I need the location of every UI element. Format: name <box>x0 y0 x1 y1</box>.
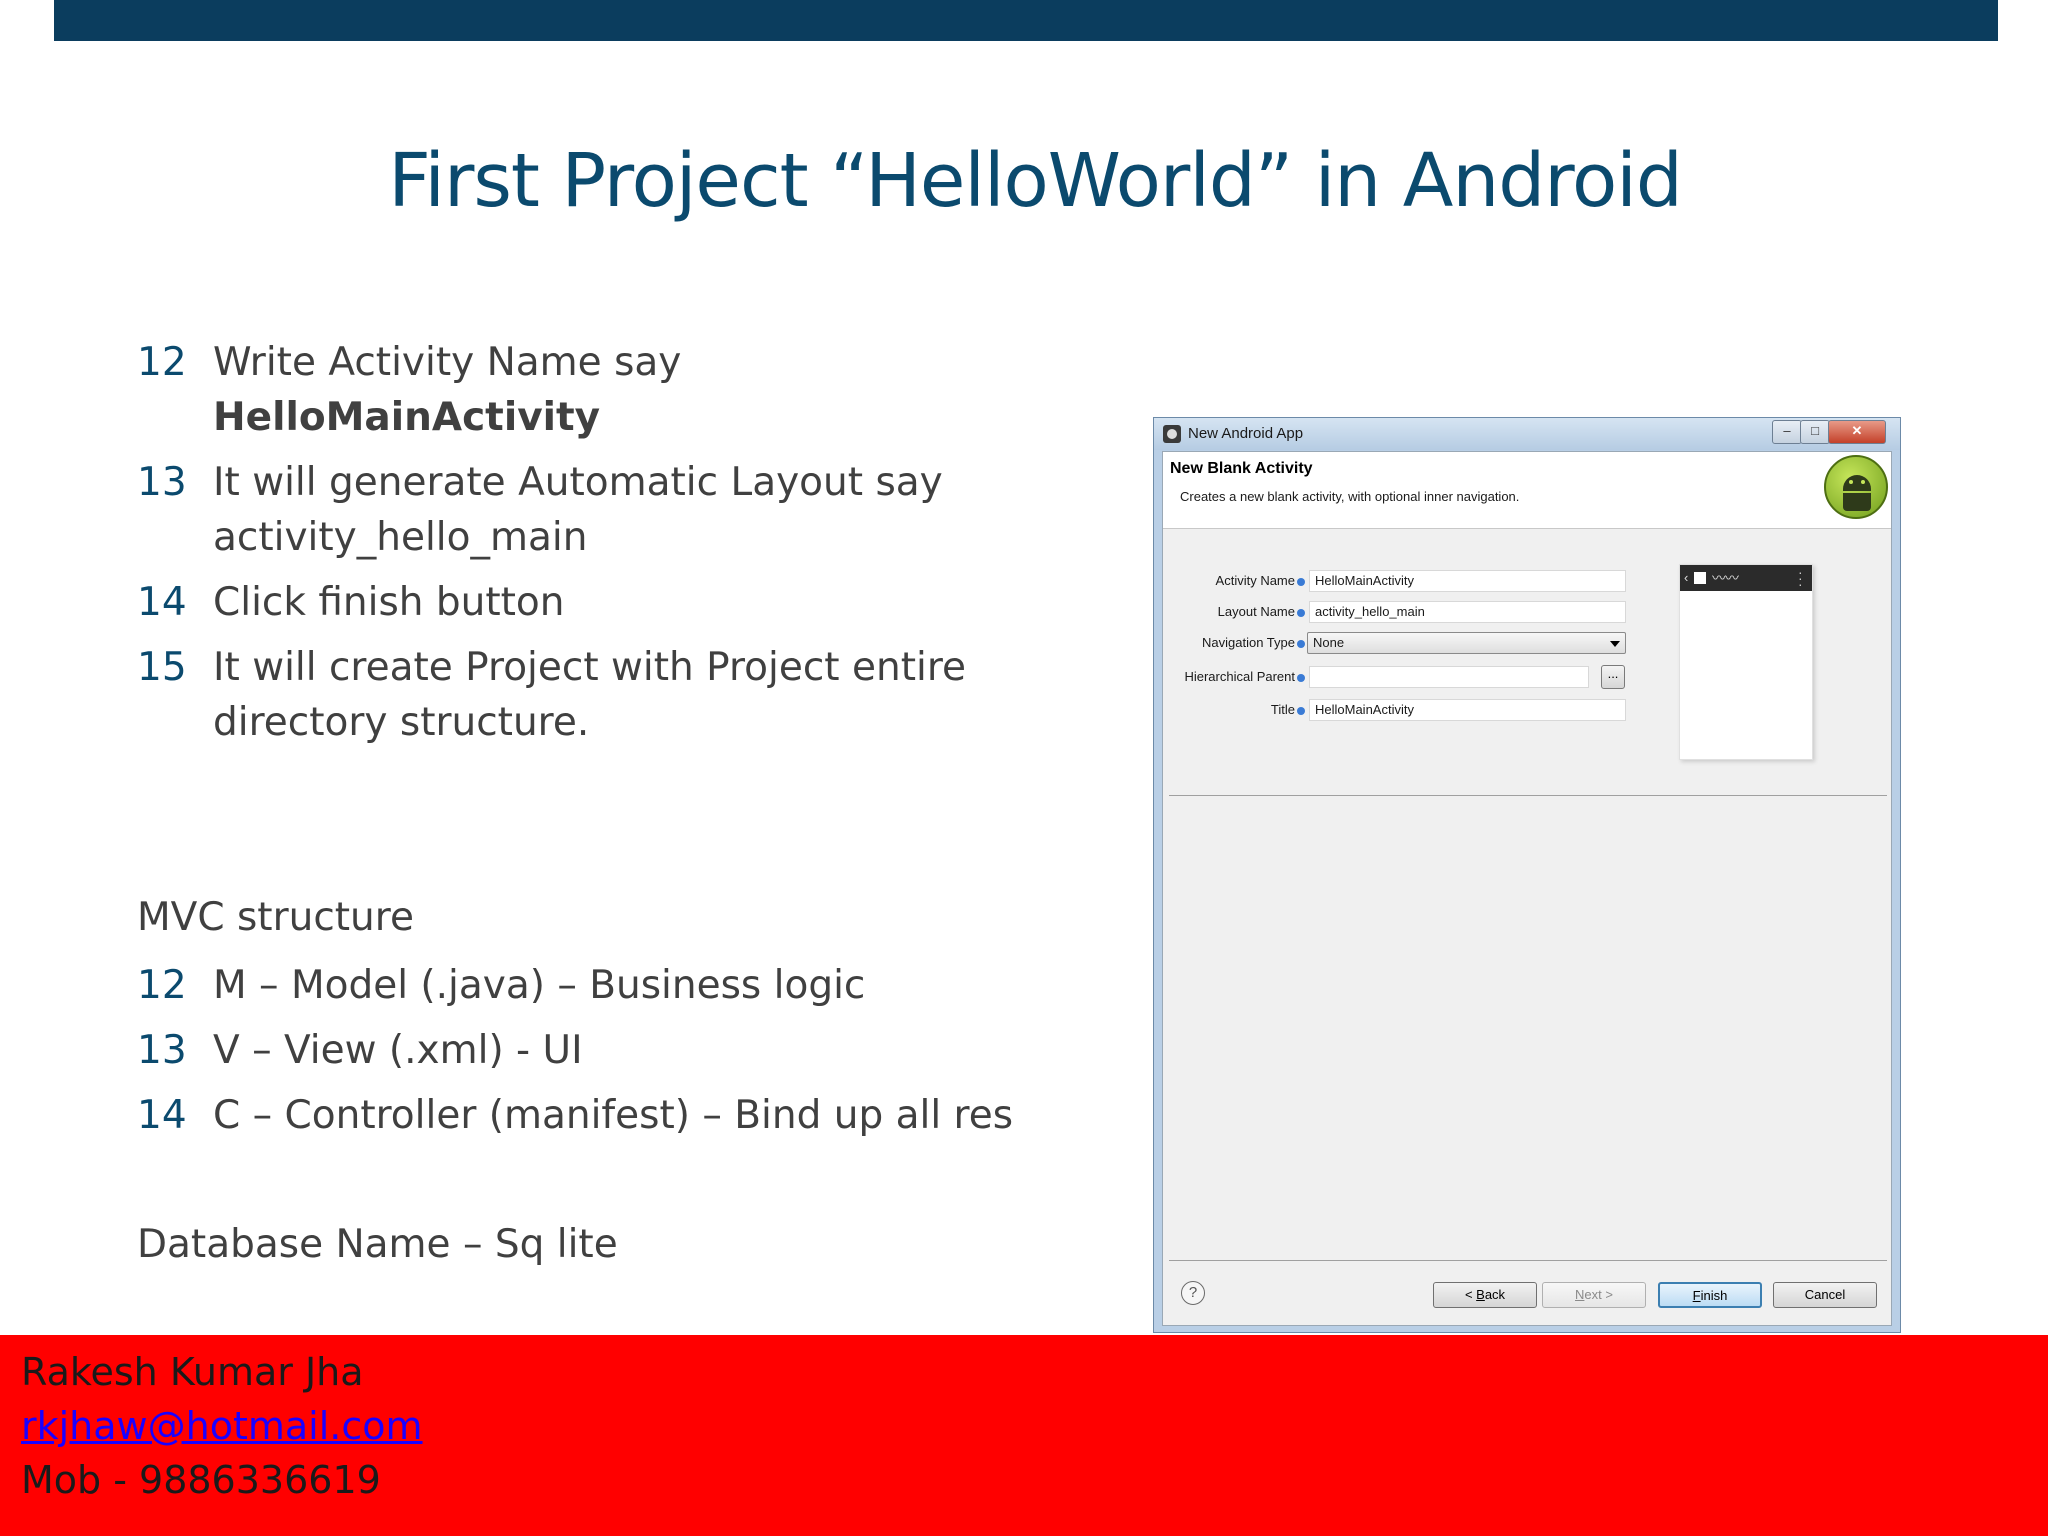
list-item: 13 It will generate Automatic Layout say… <box>137 455 1077 565</box>
minimize-button[interactable]: – <box>1772 420 1802 444</box>
hierarchical-parent-row: Hierarchical Parent <box>1163 665 1305 689</box>
title-input[interactable]: HelloMainActivity <box>1309 699 1626 721</box>
author-name: Rakesh Kumar Jha <box>21 1350 364 1394</box>
list-item: 14 Click finish button <box>137 575 1077 630</box>
android-logo-icon <box>1824 455 1888 519</box>
list-item: 15 It will create Project with Project e… <box>137 640 1077 750</box>
dialog-window-title: New Android App <box>1188 425 1304 442</box>
browse-button[interactable]: ... <box>1601 665 1625 689</box>
title-placeholder-icon: 〰〰 <box>1712 570 1739 586</box>
mvc-number: 12 <box>137 963 187 1008</box>
eclipse-app-icon <box>1163 425 1181 443</box>
dialog-body: New Blank Activity Creates a new blank a… <box>1162 451 1892 1326</box>
info-icon <box>1297 706 1305 715</box>
separator <box>1169 795 1887 796</box>
dropdown-arrow-icon <box>1610 641 1620 647</box>
mvc-number: 14 <box>137 1093 187 1138</box>
back-button[interactable]: < Back <box>1433 1282 1537 1308</box>
back-chevron-icon: ‹ <box>1684 570 1689 585</box>
list-item: 12 M – Model (.java) – Business logic <box>137 958 1077 1013</box>
help-icon[interactable]: ? <box>1181 1281 1205 1305</box>
maximize-button[interactable]: □ <box>1800 420 1830 444</box>
info-icon <box>1297 608 1305 617</box>
slide-footer: Rakesh Kumar Jha rkjhaw@hotmail.com Mob … <box>0 1335 2048 1536</box>
step-text: Write Activity Name say <box>213 340 682 385</box>
info-icon <box>1297 639 1305 648</box>
step-text: Click finish button <box>213 580 565 625</box>
step-number: 12 <box>137 340 187 385</box>
activity-preview: ‹ 〰〰 · · · <box>1679 564 1813 760</box>
next-button[interactable]: Next > <box>1542 1282 1646 1308</box>
slide-top-bar <box>54 0 1998 41</box>
step-number: 15 <box>137 645 187 690</box>
steps-list: 12 Write Activity Name say HelloMainActiv… <box>137 335 1077 760</box>
mvc-text: V – View (.xml) - UI <box>213 1028 583 1073</box>
info-icon <box>1297 577 1305 586</box>
list-item: 13 V – View (.xml) - UI <box>137 1023 1077 1078</box>
cancel-button[interactable]: Cancel <box>1773 1282 1877 1308</box>
dialog-header: New Blank Activity Creates a new blank a… <box>1163 452 1891 529</box>
dialog-header-subtitle: Creates a new blank activity, with optio… <box>1180 489 1520 504</box>
mvc-heading: MVC structure <box>137 895 414 940</box>
separator <box>1169 1260 1887 1261</box>
step-bold-text: HelloMainActivity <box>213 395 601 440</box>
mvc-text: C – Controller (manifest) – Bind up all … <box>213 1093 1014 1138</box>
app-icon <box>1694 572 1706 584</box>
navigation-type-row: Navigation Type <box>1163 631 1305 655</box>
title-row: Title <box>1163 698 1305 722</box>
layout-name-row: Layout Name <box>1163 600 1305 624</box>
hierarchical-parent-input[interactable] <box>1309 666 1589 688</box>
hierarchical-parent-label: Hierarchical Parent <box>1184 669 1295 684</box>
navigation-type-select[interactable]: None <box>1307 632 1626 654</box>
list-item: 14 C – Controller (manifest) – Bind up a… <box>137 1088 1077 1143</box>
layout-name-input[interactable]: activity_hello_main <box>1309 601 1626 623</box>
navigation-type-value: None <box>1313 635 1345 650</box>
activity-name-label: Activity Name <box>1215 573 1295 588</box>
mvc-text: M – Model (.java) – Business logic <box>213 963 866 1008</box>
activity-name-row: Activity Name <box>1163 569 1305 593</box>
layout-name-label: Layout Name <box>1217 604 1295 619</box>
navigation-type-label: Navigation Type <box>1202 635 1295 650</box>
dialog-header-title: New Blank Activity <box>1170 460 1313 477</box>
step-number: 13 <box>137 460 187 505</box>
slide-title: First Project “HelloWorld” in Android <box>388 138 1683 224</box>
new-android-app-dialog: New Android App – □ ✕ New Blank Activity… <box>1153 417 1901 1333</box>
dialog-titlebar[interactable]: New Android App – □ ✕ <box>1154 418 1900 450</box>
close-button[interactable]: ✕ <box>1828 420 1886 444</box>
author-mobile: Mob - 9886336619 <box>21 1458 381 1502</box>
database-line: Database Name – Sq lite <box>137 1222 618 1267</box>
preview-action-bar: ‹ 〰〰 · · · <box>1680 565 1812 591</box>
step-text: It will create Project with Project enti… <box>213 645 966 745</box>
info-icon <box>1297 673 1305 682</box>
list-item: 12 Write Activity Name say HelloMainActiv… <box>137 335 1077 445</box>
author-email-link[interactable]: rkjhaw@hotmail.com <box>21 1404 423 1448</box>
step-text: It will generate Automatic Layout say ac… <box>213 460 943 560</box>
finish-button[interactable]: Finish <box>1658 1282 1762 1308</box>
activity-name-input[interactable]: HelloMainActivity <box>1309 570 1626 592</box>
overflow-menu-icon: · · · <box>1798 564 1803 592</box>
mvc-list: 12 M – Model (.java) – Business logic 13… <box>137 958 1077 1153</box>
step-number: 14 <box>137 580 187 625</box>
mvc-number: 13 <box>137 1028 187 1073</box>
title-label: Title <box>1270 702 1295 717</box>
